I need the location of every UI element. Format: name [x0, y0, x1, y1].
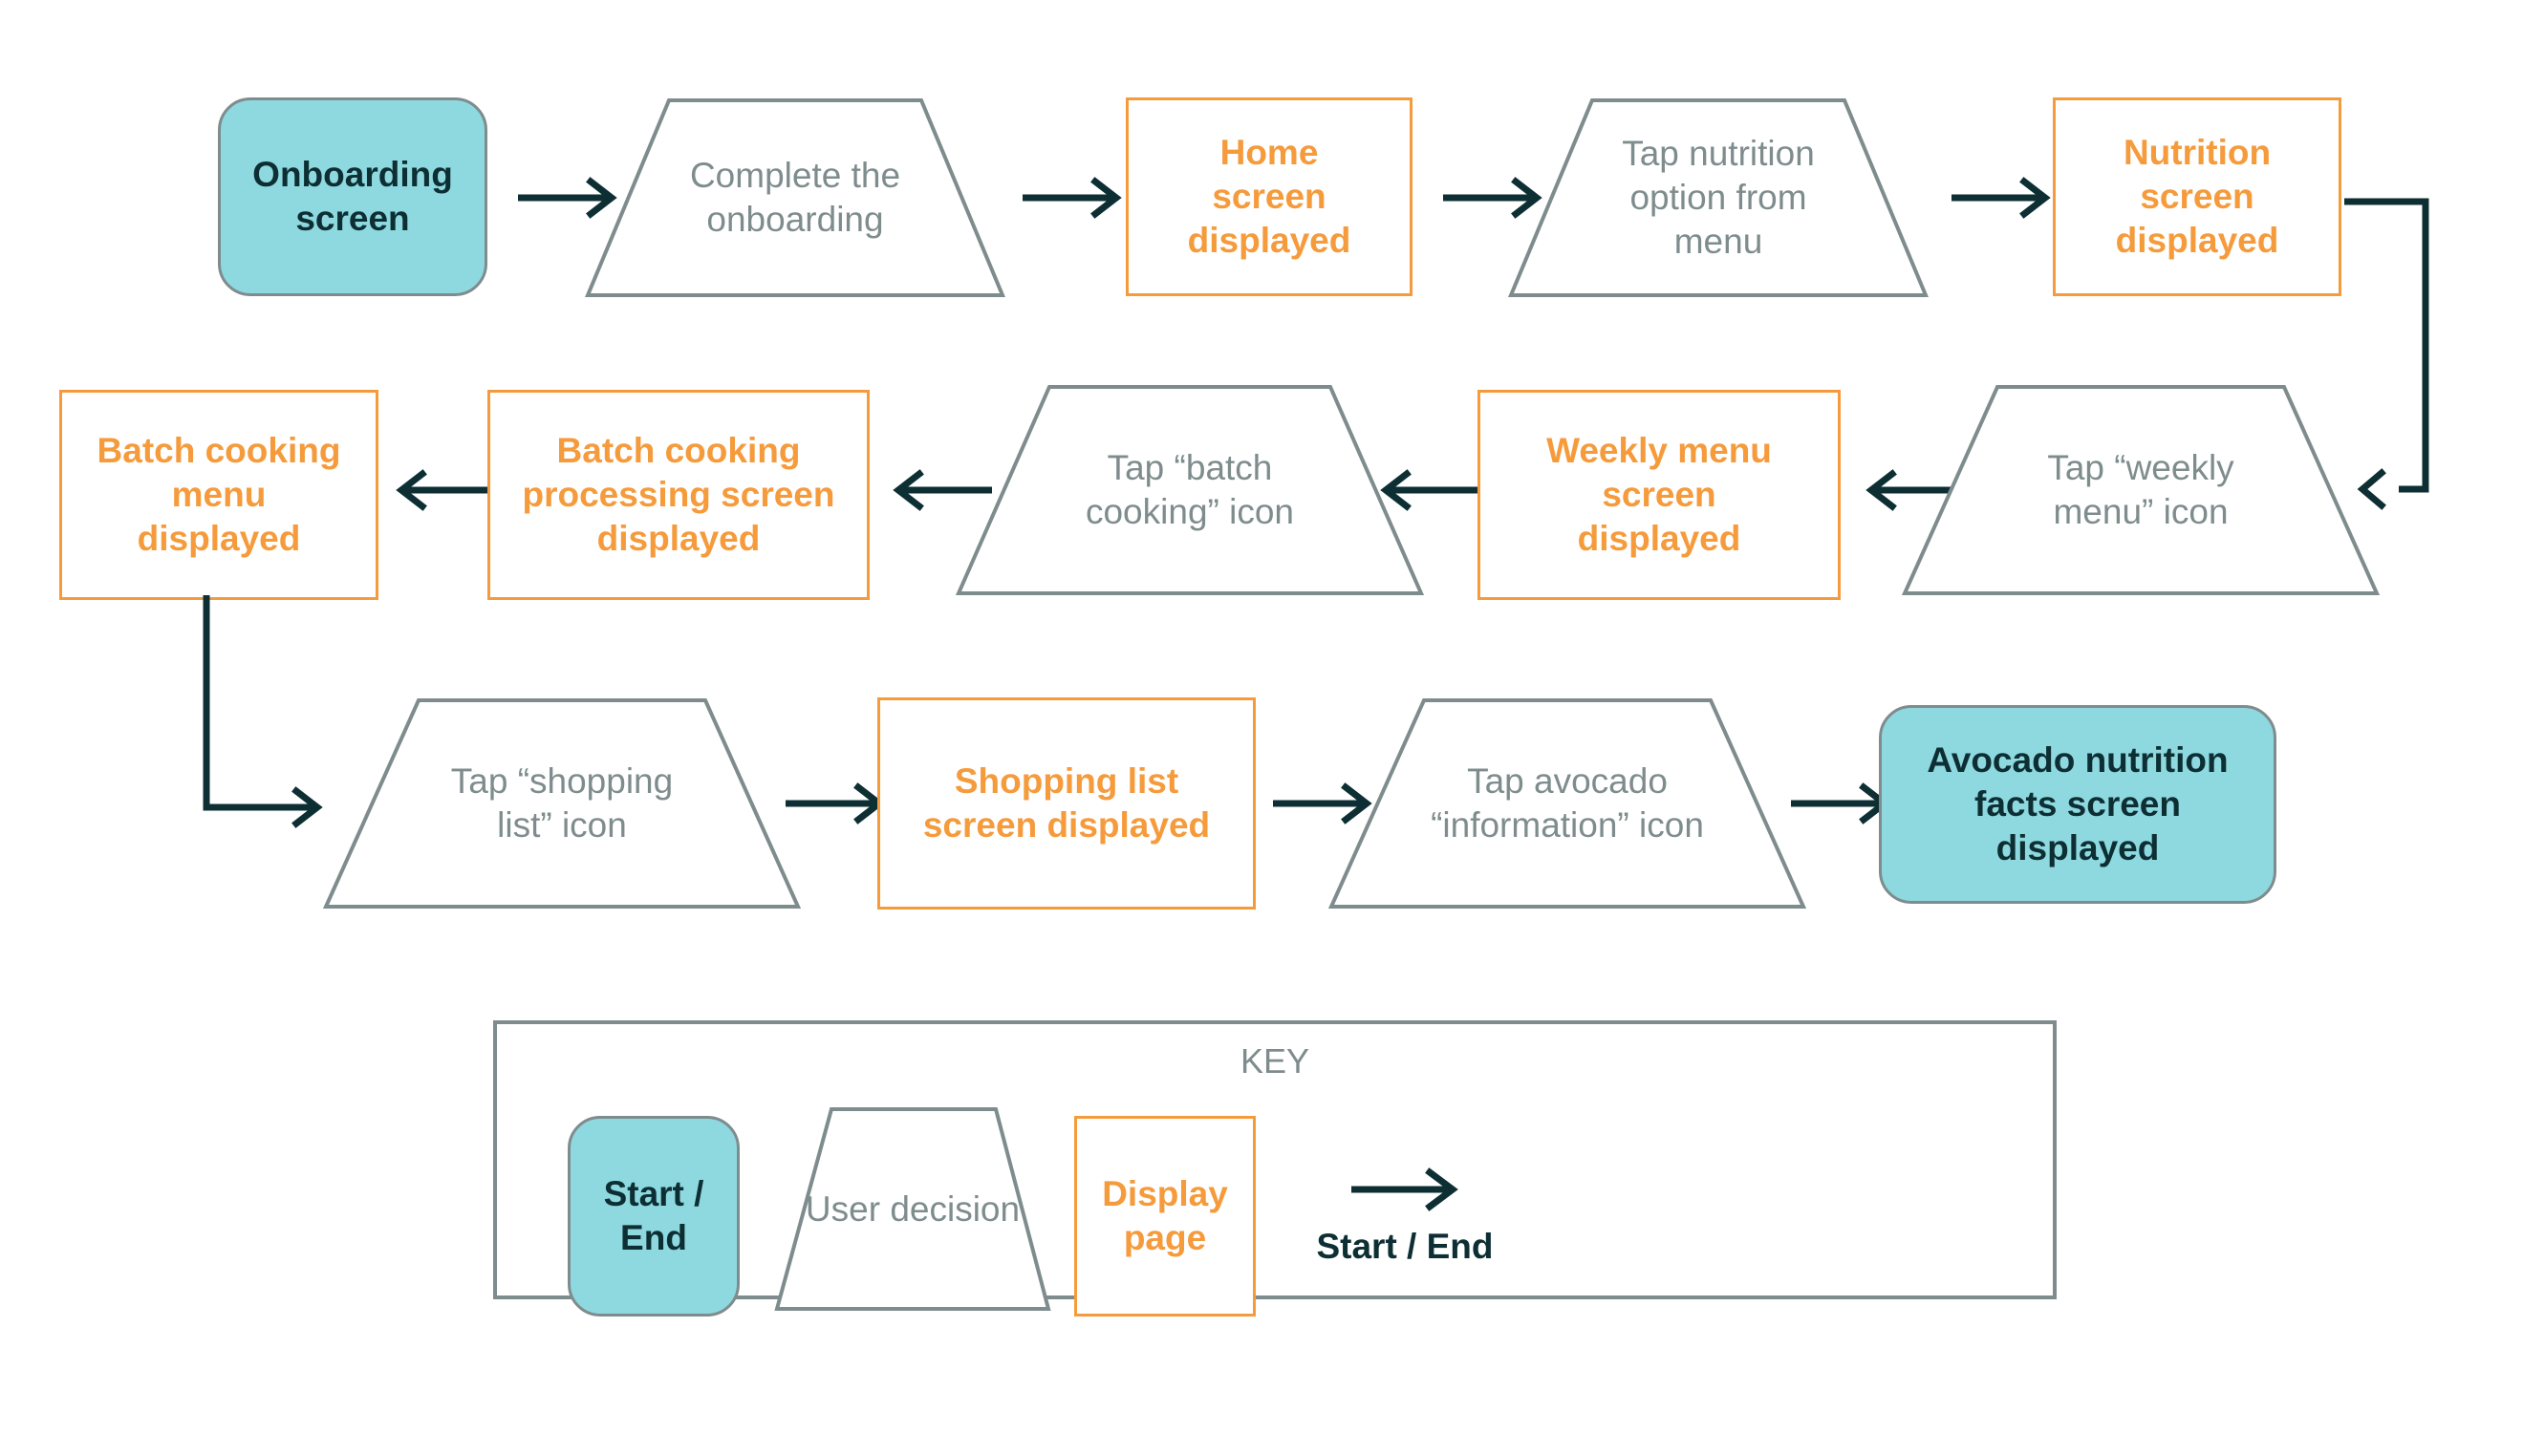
right-arrow-icon [1351, 1167, 1458, 1211]
node-label: Tap “weekly menu” icon [2047, 448, 2234, 531]
node-tap-batch-cooking-icon: Tap “batch cooking” icon [956, 384, 1424, 596]
node-label: Batch cooking menu displayed [97, 431, 341, 558]
key-arrow-label: Start / End [1316, 1227, 1494, 1266]
node-label: Home screen displayed [1187, 133, 1351, 260]
node-label: Weekly menu screen displayed [1546, 431, 1772, 558]
node-batch-processing-screen: Batch cooking processing screen displaye… [487, 390, 870, 600]
node-label: Tap “batch cooking” icon [1085, 448, 1294, 531]
node-weekly-menu-screen: Weekly menu screen displayed [1477, 390, 1841, 600]
key-display-page-sample: Display page [1074, 1116, 1256, 1317]
key-decision-sample: User decision [774, 1106, 1051, 1312]
key-title: KEY [1240, 1041, 1310, 1081]
flowchart-canvas: Onboarding screen Complete the onboardin… [0, 0, 2523, 1456]
node-label: Avocado nutrition facts screen displayed [1927, 740, 2229, 867]
key-arrow-sample [1348, 1164, 1462, 1215]
key-terminator-label: Start / End [603, 1174, 704, 1257]
node-onboarding-screen: Onboarding screen [218, 97, 487, 296]
node-label: Batch cooking processing screen displaye… [522, 431, 835, 558]
node-home-screen: Home screen displayed [1126, 97, 1412, 296]
node-label: Onboarding screen [252, 155, 453, 238]
node-label: Tap “shopping list” icon [450, 761, 674, 845]
node-nutrition-screen: Nutrition screen displayed [2053, 97, 2341, 296]
node-label: Tap nutrition option from menu [1622, 134, 1815, 261]
node-tap-shopping-list-icon: Tap “shopping list” icon [323, 697, 801, 910]
node-batch-cooking-menu: Batch cooking menu displayed [59, 390, 378, 600]
arrow-tapnutrition-to-nutrition [1950, 174, 2055, 222]
key-decision-label: User decision [805, 1188, 1021, 1229]
node-shopping-list-screen: Shopping list screen displayed [877, 697, 1256, 910]
node-label: Complete the onboarding [689, 156, 901, 239]
arrow-processing-to-batchmenu [392, 466, 497, 514]
arrow-complete-to-home [1021, 174, 1126, 222]
key-legend-box: KEY Start / End User decision Display pa… [493, 1020, 2057, 1317]
node-label: Nutrition screen displayed [2115, 133, 2279, 260]
node-tap-nutrition-option: Tap nutrition option from menu [1508, 97, 1929, 298]
key-terminator-sample: Start / End [568, 1116, 740, 1317]
node-label: Shopping list screen displayed [922, 761, 1211, 845]
node-tap-weekly-menu-icon: Tap “weekly menu” icon [1902, 384, 2380, 596]
node-label: Tap avocado “information” icon [1431, 761, 1704, 845]
node-complete-onboarding: Complete the onboarding [585, 97, 1005, 298]
node-tap-avocado-information-icon: Tap avocado “information” icon [1328, 697, 1806, 910]
node-avocado-facts-screen: Avocado nutrition facts screen displayed [1879, 705, 2276, 904]
